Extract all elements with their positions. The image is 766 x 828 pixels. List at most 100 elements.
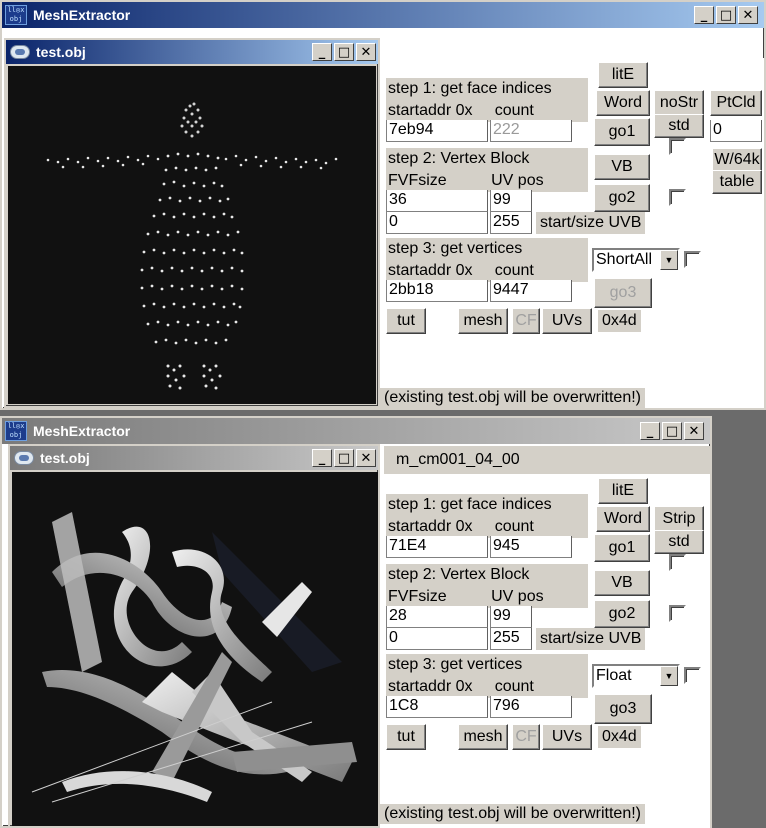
- close-button[interactable]: ✕: [738, 6, 758, 24]
- uvs-button[interactable]: UVs: [542, 724, 592, 750]
- child-maximize-button[interactable]: □: [334, 43, 354, 61]
- step1-count-input[interactable]: 945: [490, 536, 572, 558]
- child-minimize-button[interactable]: _: [312, 43, 332, 61]
- app-title: MeshExtractor: [33, 423, 131, 439]
- overwrite-warning: (existing test.obj will be overwritten!): [380, 804, 645, 824]
- ptcld-button[interactable]: PtCld: [710, 90, 762, 116]
- dropdown-arrow-icon[interactable]: ▼: [660, 250, 678, 270]
- step1-count-input[interactable]: 222: [490, 120, 572, 142]
- go3-button[interactable]: go3: [594, 694, 652, 724]
- word-button[interactable]: Word: [596, 90, 650, 116]
- go2-button[interactable]: go2: [594, 184, 650, 212]
- vertex-format-value: Float: [596, 667, 632, 684]
- step1-addr-input[interactable]: 7eb94: [386, 120, 488, 142]
- step3-addr-input[interactable]: 1C8: [386, 696, 488, 718]
- minimize-button[interactable]: _: [640, 422, 660, 440]
- uvb-start-input[interactable]: 0: [386, 628, 488, 650]
- child-titlebar[interactable]: test.obj _ □ ✕: [10, 446, 378, 470]
- table-button[interactable]: table: [712, 170, 762, 194]
- control-panel: step 1: get face indices startaddr 0x co…: [380, 58, 764, 408]
- tut-button[interactable]: tut: [386, 724, 426, 750]
- child-window-test-obj: test.obj _ □ ✕: [4, 38, 380, 408]
- app-titlebar[interactable]: ll◎x obj MeshExtractor _ □ ✕: [2, 418, 710, 444]
- uvs-button[interactable]: UVs: [542, 308, 592, 334]
- 3d-viewport[interactable]: [12, 472, 378, 826]
- step3-addr-input[interactable]: 2bb18: [386, 280, 488, 302]
- format-checkbox[interactable]: [684, 667, 701, 684]
- tut-button[interactable]: tut: [386, 308, 426, 334]
- fvf-size-input[interactable]: 36: [386, 190, 488, 212]
- strip-button[interactable]: Strip: [654, 506, 704, 532]
- go1-button[interactable]: go1: [594, 534, 650, 562]
- go2-checkbox[interactable]: [669, 605, 686, 622]
- std-checkbox[interactable]: [669, 138, 686, 155]
- ptcld-input[interactable]: 0: [710, 120, 762, 142]
- go2-checkbox[interactable]: [669, 189, 686, 206]
- go3-button[interactable]: go3: [594, 278, 652, 308]
- w64k-button[interactable]: W/64k: [712, 148, 762, 172]
- std-button[interactable]: std: [654, 114, 704, 138]
- hex-label: 0x4d: [598, 310, 641, 332]
- step2-header: step 2: Vertex Block: [386, 564, 588, 586]
- child-minimize-button[interactable]: _: [312, 449, 332, 467]
- cf-button[interactable]: CF: [512, 724, 540, 750]
- app-titlebar[interactable]: ll◎x obj MeshExtractor _ □ ✕: [2, 2, 764, 28]
- lite-button[interactable]: litE: [598, 62, 648, 88]
- child-close-button[interactable]: ✕: [356, 449, 376, 467]
- maximize-button[interactable]: □: [662, 422, 682, 440]
- vb-button[interactable]: VB: [594, 570, 650, 596]
- meshextractor-window-1: ll◎x obj MeshExtractor _ □ ✕ test.obj _ □…: [0, 0, 766, 410]
- step1-subheader: startaddr 0x count: [386, 100, 588, 122]
- step1-header: step 1: get face indices: [386, 78, 588, 100]
- lite-button[interactable]: litE: [598, 478, 648, 504]
- step3-count-input[interactable]: 796: [490, 696, 572, 718]
- minimize-button[interactable]: _: [694, 6, 714, 24]
- app-icon: ll◎x obj: [5, 421, 27, 441]
- app-title: MeshExtractor: [33, 7, 131, 23]
- step3-count-input[interactable]: 9447: [490, 280, 572, 302]
- step2-subheader: FVFsize UV pos: [386, 170, 588, 192]
- uvb-size-input[interactable]: 255: [490, 628, 532, 650]
- hex-label: 0x4d: [598, 726, 641, 748]
- cf-button[interactable]: CF: [512, 308, 540, 334]
- uv-pos-input[interactable]: 99: [490, 606, 532, 628]
- 3d-viewport[interactable]: [8, 66, 376, 404]
- go1-button[interactable]: go1: [594, 118, 650, 146]
- step2-header: step 2: Vertex Block: [386, 148, 588, 170]
- child-close-button[interactable]: ✕: [356, 43, 376, 61]
- child-maximize-button[interactable]: □: [334, 449, 354, 467]
- mesh-button[interactable]: mesh: [458, 724, 508, 750]
- uv-pos-input[interactable]: 99: [490, 190, 532, 212]
- vertex-format-select[interactable]: ShortAll ▼: [592, 248, 680, 272]
- mesh-button[interactable]: mesh: [458, 308, 508, 334]
- step1-subheader: startaddr 0x count: [386, 516, 588, 538]
- close-button[interactable]: ✕: [684, 422, 704, 440]
- dropdown-arrow-icon[interactable]: ▼: [660, 666, 678, 686]
- format-checkbox[interactable]: [684, 251, 701, 268]
- child-window-test-obj: test.obj _ □ ✕: [8, 444, 380, 828]
- child-titlebar[interactable]: test.obj _ □ ✕: [6, 40, 378, 64]
- step2-subheader: FVFsize UV pos: [386, 586, 588, 608]
- step3-header: step 3: get vertices: [386, 654, 588, 676]
- uvb-size-input[interactable]: 255: [490, 212, 532, 234]
- vertex-format-value: ShortAll: [596, 251, 653, 268]
- std-button[interactable]: std: [654, 530, 704, 554]
- uvb-start-input[interactable]: 0: [386, 212, 488, 234]
- file-tab-label: m_cm001_04_00: [396, 451, 520, 468]
- file-tab[interactable]: m_cm001_04_00: [384, 446, 710, 474]
- fvf-size-input[interactable]: 28: [386, 606, 488, 628]
- overwrite-warning: (existing test.obj will be overwritten!): [380, 388, 645, 408]
- vertex-format-select[interactable]: Float ▼: [592, 664, 680, 688]
- child-window-icon: [10, 45, 30, 59]
- strip-button[interactable]: noStr: [654, 90, 704, 116]
- maximize-button[interactable]: □: [716, 6, 736, 24]
- step3-header: step 3: get vertices: [386, 238, 588, 260]
- mesh-render: [31, 512, 357, 803]
- step1-addr-input[interactable]: 71E4: [386, 536, 488, 558]
- vb-button[interactable]: VB: [594, 154, 650, 180]
- go2-button[interactable]: go2: [594, 600, 650, 628]
- child-title: test.obj: [40, 450, 90, 466]
- std-checkbox[interactable]: [669, 554, 686, 571]
- word-button[interactable]: Word: [596, 506, 650, 532]
- child-title: test.obj: [36, 44, 86, 60]
